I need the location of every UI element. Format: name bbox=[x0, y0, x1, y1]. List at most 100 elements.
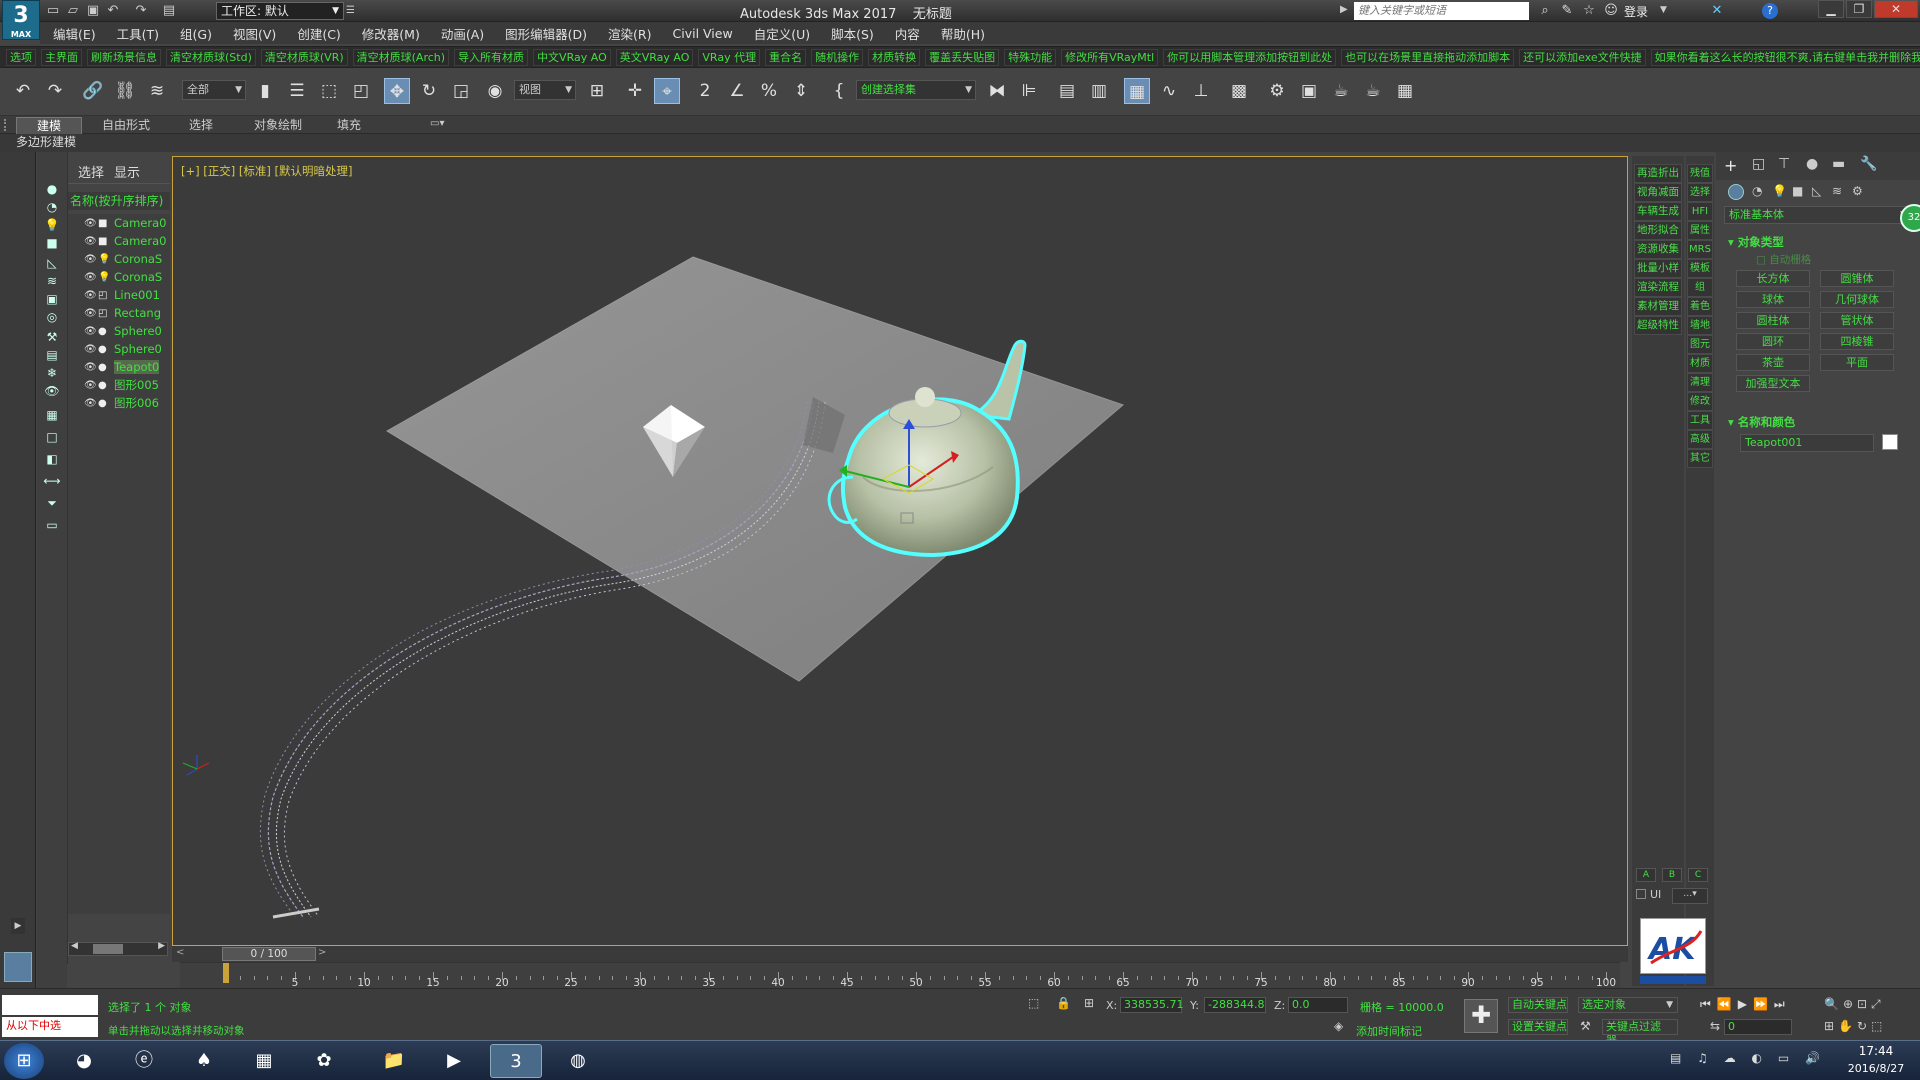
sync-selection-icon[interactable]: ⟷ bbox=[42, 472, 62, 490]
user-icon[interactable]: ☺ bbox=[1602, 2, 1620, 20]
keyboard-shortcut-override-icon[interactable]: ⌖ bbox=[654, 78, 680, 104]
taskbar-ie-icon[interactable]: ⓔ bbox=[118, 1044, 170, 1078]
abc-button[interactable]: C bbox=[1688, 868, 1708, 882]
abc-button[interactable]: A bbox=[1636, 868, 1656, 882]
script-button[interactable]: 导入所有材质 bbox=[454, 48, 529, 66]
cameras-category-icon[interactable]: ■ bbox=[1792, 184, 1803, 198]
key-mode-toggle-icon[interactable]: ⇆ bbox=[1710, 1019, 1720, 1033]
clock-time[interactable]: 17:44 bbox=[1836, 1044, 1916, 1058]
pivot-center-icon[interactable]: ⊞ bbox=[584, 78, 610, 104]
utilities-tab-icon[interactable]: 🔧 bbox=[1860, 156, 1877, 172]
script-button[interactable]: 还可以添加exe文件快捷 bbox=[1519, 48, 1646, 66]
script-button[interactable]: 特殊功能 bbox=[1004, 48, 1057, 66]
taskbar-media-icon[interactable]: ▶ bbox=[428, 1044, 480, 1078]
expand-arrow-icon[interactable]: ▶ bbox=[1340, 4, 1348, 15]
window-crossing-icon[interactable]: ◰ bbox=[348, 78, 374, 104]
percent-snap-icon[interactable]: % bbox=[756, 78, 782, 104]
customize-qa-icon[interactable]: ☰ bbox=[346, 2, 360, 20]
login-dropdown-icon[interactable]: ▼ bbox=[1660, 5, 1667, 15]
tool-strip-button[interactable]: 渲染流程 bbox=[1634, 278, 1682, 297]
ribbon-tab[interactable]: 建模 bbox=[16, 117, 82, 134]
visibility-eye-icon[interactable]: 👁 bbox=[84, 380, 97, 391]
tool-strip-button[interactable]: 模板 bbox=[1687, 259, 1713, 278]
viewport-layout-icon[interactable] bbox=[4, 952, 32, 982]
display-frozen-icon[interactable]: ❄ bbox=[42, 364, 62, 382]
tool-strip-button[interactable]: MRS bbox=[1687, 240, 1713, 259]
communication-icon[interactable]: ✎ bbox=[1558, 2, 1576, 20]
scene-list-item[interactable]: 👁 ■ Camera0 bbox=[68, 214, 170, 232]
visibility-eye-icon[interactable]: 👁 bbox=[84, 290, 97, 301]
tool-strip-button[interactable]: 资源收集 bbox=[1634, 240, 1682, 259]
primitive-button[interactable]: 平面 bbox=[1820, 354, 1894, 371]
align-icon[interactable]: ⊫ bbox=[1016, 78, 1042, 104]
tool-strip-button[interactable]: 车辆生成 bbox=[1634, 202, 1682, 221]
object-type-rollout[interactable]: ▾ 对象类型 bbox=[1728, 234, 1784, 250]
modify-tab-icon[interactable]: ◱ bbox=[1752, 156, 1765, 172]
name-color-rollout[interactable]: ▾ 名称和颜色 bbox=[1728, 414, 1795, 430]
spacewarps-category-icon[interactable]: ≋ bbox=[1832, 184, 1842, 198]
display-geometry-icon[interactable]: ● bbox=[42, 180, 62, 198]
display-spacewarps-icon[interactable]: ≋ bbox=[42, 272, 62, 290]
menu-item[interactable]: Civil View bbox=[660, 26, 741, 41]
maxscript-mini-listener[interactable]: 从以下中选 bbox=[2, 1017, 98, 1037]
visibility-eye-icon[interactable]: 👁 bbox=[84, 236, 97, 247]
key-filters-icon[interactable]: ⚒ bbox=[1580, 1019, 1591, 1033]
helpers-category-icon[interactable]: ◺ bbox=[1812, 184, 1821, 198]
scene-tab-display[interactable]: 显示 bbox=[114, 162, 140, 181]
select-object-icon[interactable]: ▮ bbox=[252, 78, 278, 104]
undo-icon[interactable]: ↶ bbox=[104, 2, 122, 20]
tool-strip-button[interactable]: 材质 bbox=[1687, 354, 1713, 373]
menu-item[interactable]: 编辑(E) bbox=[40, 24, 104, 43]
clock-date[interactable]: 2016/8/27 bbox=[1836, 1062, 1916, 1075]
undo-icon[interactable]: ↶ bbox=[10, 78, 36, 104]
absolute-transform-icon[interactable]: ⊞ bbox=[1084, 996, 1094, 1010]
script-button[interactable]: 选项 bbox=[6, 48, 36, 66]
scene-explorer-icon[interactable]: ▦ bbox=[1124, 78, 1150, 104]
tool-strip-button[interactable]: 清理 bbox=[1687, 373, 1713, 392]
abc-button[interactable]: B bbox=[1662, 868, 1682, 882]
menu-item[interactable]: 工具(T) bbox=[104, 24, 167, 43]
binoculars-icon[interactable]: ⌕ bbox=[1536, 2, 1554, 20]
menu-item[interactable]: 帮助(H) bbox=[928, 24, 993, 43]
login-link[interactable]: 登录 bbox=[1624, 3, 1648, 20]
taskbar-calculator-icon[interactable]: ▦ bbox=[238, 1044, 290, 1078]
scene-list-item[interactable]: 👁 ● Sphere0 bbox=[68, 340, 170, 358]
spinner-snap-icon[interactable]: ⇕ bbox=[788, 78, 814, 104]
project-icon[interactable]: ▤ bbox=[160, 2, 178, 20]
reference-coord-dropdown[interactable]: 视图 ▼ bbox=[514, 80, 576, 100]
select-by-name-icon[interactable]: ☰ bbox=[284, 78, 310, 104]
snaps-toggle-icon[interactable]: 2 bbox=[692, 78, 718, 104]
tool-strip-button[interactable]: 墙地 bbox=[1687, 316, 1713, 335]
primitive-button[interactable]: 圆柱体 bbox=[1736, 312, 1810, 329]
ribbon-tab[interactable]: 填充 bbox=[324, 117, 374, 134]
key-mode-dropdown[interactable]: 选定对象 ▼ bbox=[1578, 997, 1678, 1013]
script-button[interactable]: 主界面 bbox=[41, 48, 82, 66]
minimize-button[interactable]: ▁ bbox=[1818, 0, 1844, 18]
display-xrefs-icon[interactable]: ◎ bbox=[42, 308, 62, 326]
manipulate-icon[interactable]: ✛ bbox=[622, 78, 648, 104]
system-tray[interactable]: ▤ ♫ ☁ ◐ ▭ 🔊 bbox=[1670, 1051, 1826, 1065]
taskbar-app-9-icon[interactable]: ◍ bbox=[552, 1044, 604, 1078]
primitive-button[interactable]: 几何球体 bbox=[1820, 291, 1894, 308]
display-groups-icon[interactable]: ▣ bbox=[42, 290, 62, 308]
select-scale-icon[interactable]: ◲ bbox=[448, 78, 474, 104]
menu-item[interactable]: 自定义(U) bbox=[741, 24, 818, 43]
add-time-tag[interactable]: 添加时间标记 bbox=[1356, 1023, 1422, 1039]
scene-list-item[interactable]: 👁 💡 CoronaS bbox=[68, 250, 170, 268]
display-all-icon[interactable]: ▦ bbox=[42, 406, 62, 424]
display-tab-icon[interactable]: ▬ bbox=[1832, 156, 1845, 172]
tool-strip-button[interactable]: 素材管理 bbox=[1634, 297, 1682, 316]
primitive-button[interactable]: 管状体 bbox=[1820, 312, 1894, 329]
bind-spacewarp-icon[interactable]: ≋ bbox=[144, 78, 170, 104]
scene-scrollbar[interactable]: ◀ ▶ bbox=[68, 941, 168, 956]
ribbon-grip-icon[interactable] bbox=[4, 119, 10, 131]
rect-selection-icon[interactable]: ⬚ bbox=[316, 78, 342, 104]
display-lights-icon[interactable]: 💡 bbox=[42, 216, 62, 234]
redo-icon[interactable]: ↷ bbox=[42, 78, 68, 104]
tool-strip-button[interactable]: 属性 bbox=[1687, 221, 1713, 240]
scene-list-item[interactable]: 👁 ◰ Line001 bbox=[68, 286, 170, 304]
invert-display-icon[interactable]: ◧ bbox=[42, 450, 62, 468]
select-move-icon[interactable]: ✥ bbox=[384, 78, 410, 104]
time-tag-icon[interactable]: ◈ bbox=[1334, 1019, 1343, 1033]
script-button[interactable]: VRay 代理 bbox=[698, 48, 761, 66]
